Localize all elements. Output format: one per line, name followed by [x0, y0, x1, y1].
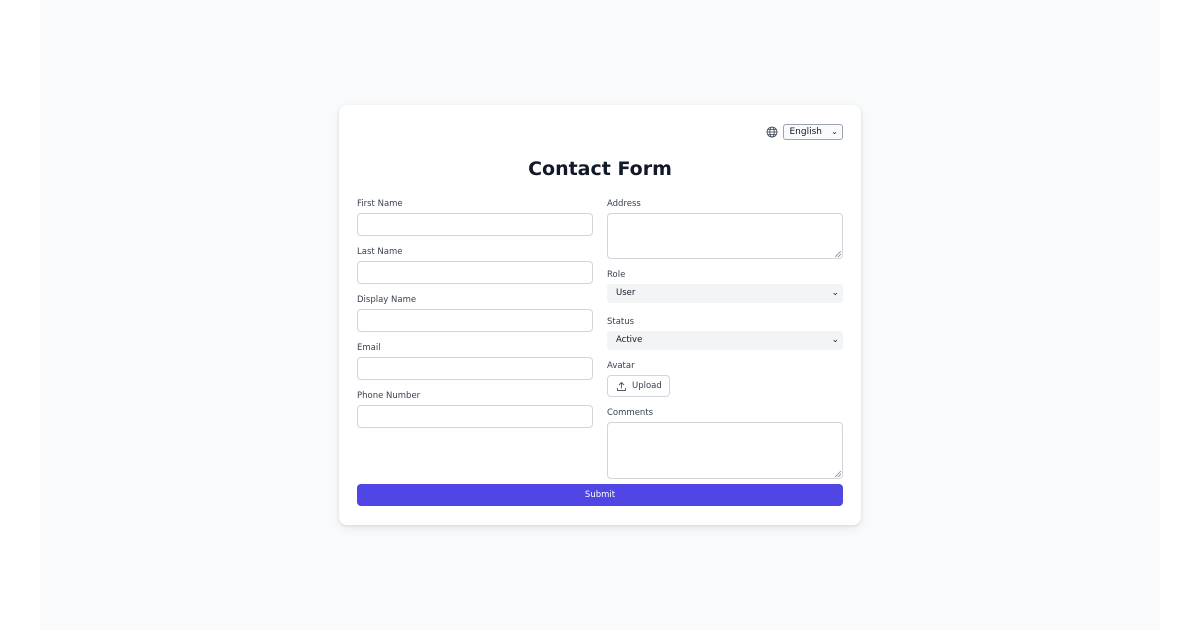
email-label: Email [357, 343, 381, 353]
right-column: Address Role User ⌄ Status Active ⌄ Avat… [607, 199, 843, 479]
comments-textarea[interactable] [607, 422, 843, 479]
avatar-label: Avatar [607, 361, 635, 371]
language-switcher: English ⌄ [766, 124, 843, 140]
first-name-label: First Name [357, 199, 403, 209]
status-select-value: Active [616, 335, 643, 345]
upload-button[interactable]: Upload [607, 375, 670, 397]
submit-button[interactable]: Submit [357, 484, 843, 506]
last-name-input[interactable] [357, 261, 593, 284]
page-title: Contact Form [528, 158, 672, 180]
last-name-label: Last Name [357, 247, 403, 257]
display-name-input[interactable] [357, 309, 593, 332]
email-input[interactable] [357, 357, 593, 380]
address-textarea[interactable] [607, 213, 843, 259]
chevron-down-icon: ⌄ [831, 127, 838, 136]
resize-handle-icon[interactable] [835, 251, 841, 257]
upload-button-label: Upload [632, 381, 662, 391]
contact-form-card: English ⌄ Contact Form First Name Last N… [339, 105, 861, 525]
resize-handle-icon[interactable] [835, 471, 841, 477]
phone-number-input[interactable] [357, 405, 593, 428]
chevron-down-icon: ⌄ [831, 288, 839, 298]
chevron-down-icon: ⌄ [831, 335, 839, 345]
language-select-value: English [789, 127, 823, 137]
role-select-value: User [616, 288, 636, 298]
phone-number-label: Phone Number [357, 391, 421, 401]
first-name-input[interactable] [357, 213, 593, 236]
status-select[interactable]: Active ⌄ [607, 331, 843, 350]
left-column: First Name Last Name Display Name Email … [357, 199, 593, 439]
role-label: Role [607, 270, 626, 280]
language-select[interactable]: English ⌄ [782, 124, 843, 140]
address-label: Address [607, 199, 641, 209]
comments-label: Comments [607, 408, 654, 418]
upload-icon [616, 381, 627, 392]
globe-icon [766, 126, 778, 138]
status-label: Status [607, 317, 635, 327]
role-select[interactable]: User ⌄ [607, 284, 843, 303]
display-name-label: Display Name [357, 295, 417, 305]
